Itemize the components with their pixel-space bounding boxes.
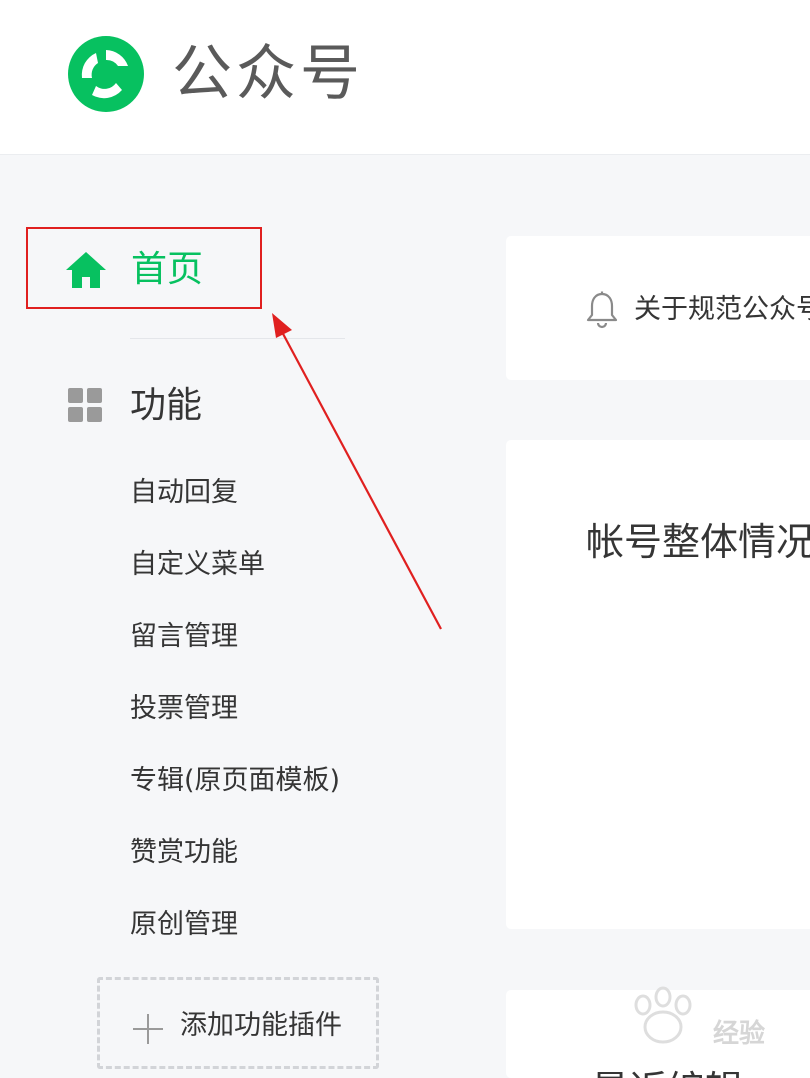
sidebar-item-album[interactable]: 专辑(原页面模板) [130, 763, 340, 799]
home-icon [66, 252, 106, 288]
notice-card[interactable]: 关于规范公众号 [506, 236, 810, 380]
paw-watermark-icon [634, 986, 692, 1044]
plus-icon [133, 1014, 163, 1044]
sidebar-item-reward[interactable]: 赞赏功能 [130, 835, 238, 871]
top-header: 公众号 [0, 0, 810, 155]
sidebar-item-home[interactable]: 首页 [26, 227, 262, 309]
wechat-official-account-logo-icon [68, 36, 144, 112]
sidebar-section-function: 功能 [130, 385, 203, 426]
watermark-text: 经验 [713, 1019, 766, 1049]
sidebar-item-auto-reply[interactable]: 自动回复 [130, 475, 238, 511]
sidebar-item-home-label: 首页 [131, 249, 204, 290]
sidebar-divider [130, 338, 345, 339]
bell-icon [586, 291, 618, 329]
logo-text: 公众号 [172, 39, 364, 109]
add-plugin-label: 添加功能插件 [180, 1010, 342, 1041]
sidebar-item-comment-management[interactable]: 留言管理 [130, 619, 238, 655]
recent-edit-title: 最近编辑 [591, 1066, 743, 1078]
sidebar-item-original-management[interactable]: 原创管理 [130, 907, 238, 943]
sidebar-item-vote-management[interactable]: 投票管理 [130, 691, 238, 727]
grid-icon [68, 388, 102, 422]
add-plugin-button[interactable]: 添加功能插件 [97, 977, 379, 1069]
sidebar-item-custom-menu[interactable]: 自定义菜单 [130, 547, 265, 583]
baidu-jingyan-watermark: 经验 [618, 985, 798, 1065]
notice-text[interactable]: 关于规范公众号 [634, 292, 810, 328]
account-overview-card: 帐号整体情况 [506, 440, 810, 929]
account-overview-title: 帐号整体情况 [586, 520, 810, 564]
